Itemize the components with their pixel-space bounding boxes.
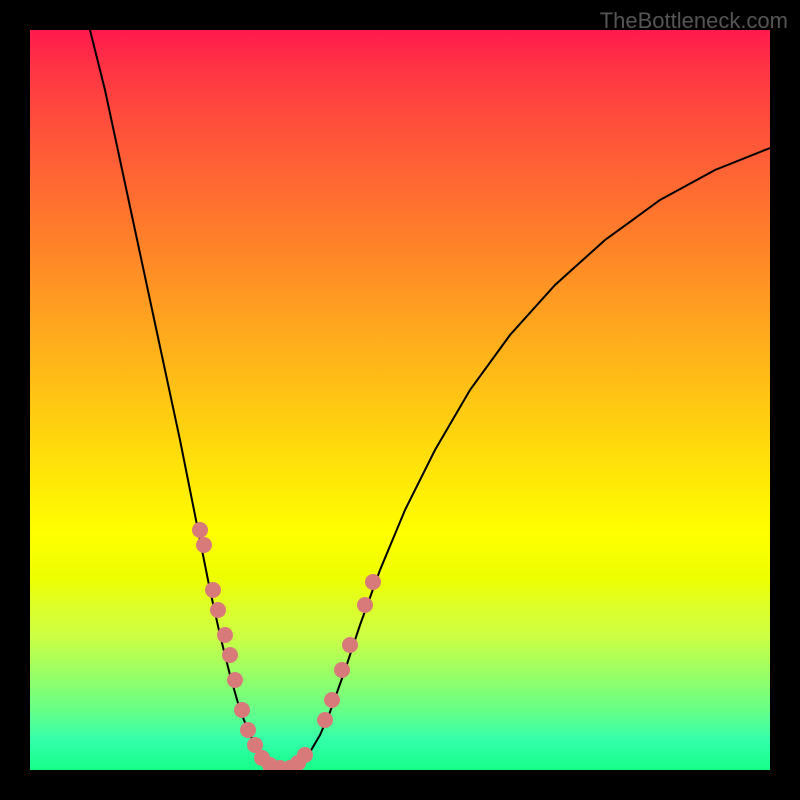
data-point — [357, 597, 373, 613]
data-point — [210, 602, 226, 618]
data-point — [365, 574, 381, 590]
chart-svg — [30, 30, 770, 770]
data-point — [297, 747, 313, 763]
data-point — [334, 662, 350, 678]
data-point — [317, 712, 333, 728]
data-point — [234, 702, 250, 718]
data-points-group — [192, 522, 381, 770]
data-point — [342, 637, 358, 653]
data-point — [222, 647, 238, 663]
bottleneck-curve — [90, 30, 770, 768]
data-point — [217, 627, 233, 643]
data-point — [196, 537, 212, 553]
chart-container — [30, 30, 770, 770]
watermark-text: TheBottleneck.com — [600, 8, 788, 34]
data-point — [324, 692, 340, 708]
data-point — [240, 722, 256, 738]
data-point — [192, 522, 208, 538]
data-point — [227, 672, 243, 688]
data-point — [205, 582, 221, 598]
